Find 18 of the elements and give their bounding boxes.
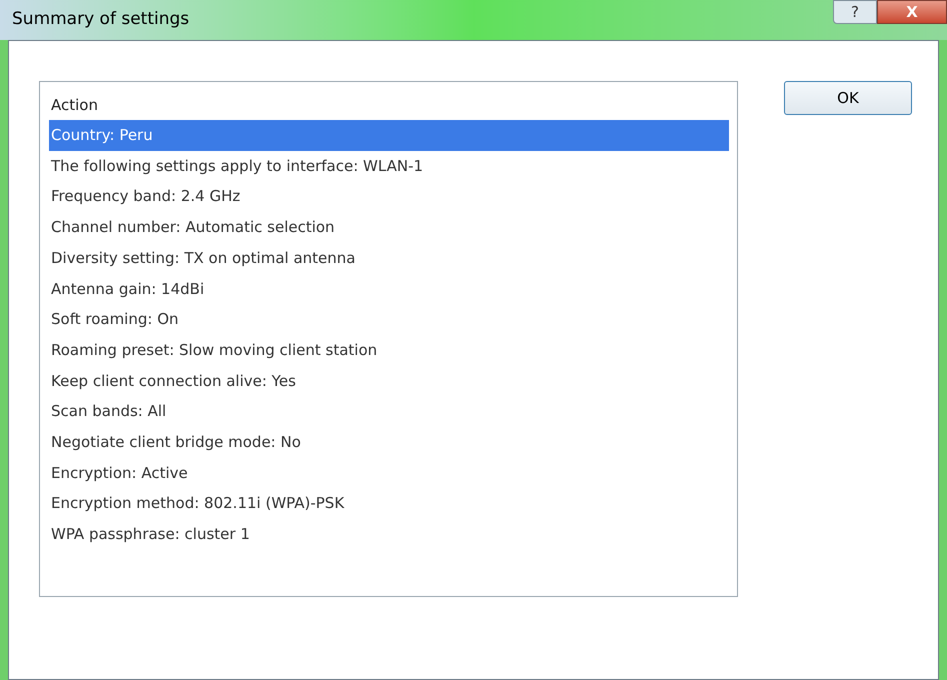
list-item[interactable]: Antenna gain: 14dBi	[49, 273, 726, 304]
list-item[interactable]: Encryption: Active	[49, 458, 726, 488]
list-item[interactable]: Soft roaming: On	[49, 304, 726, 335]
list-item[interactable]: Roaming preset: Slow moving client station	[49, 334, 726, 366]
list-item[interactable]: Diversity setting: TX on optimal antenna	[49, 242, 726, 274]
list-item[interactable]: Frequency band: 2.4 GHz	[49, 181, 726, 212]
list-item[interactable]: Scan bands: All	[49, 396, 726, 427]
list-item[interactable]: Channel number: Automatic selection	[49, 212, 726, 243]
list-item[interactable]: Keep client connection alive: Yes	[49, 366, 726, 396]
help-button[interactable]: ?	[833, 0, 877, 24]
column-header: Action	[51, 94, 99, 116]
list-item[interactable]: Country: Peru	[49, 120, 729, 151]
list-item[interactable]: Encryption method: 802.11i (WPA)-PSK	[49, 488, 726, 519]
list-item[interactable]: WPA passphrase: cluster 1	[49, 518, 726, 550]
ok-button[interactable]: OK	[784, 81, 912, 115]
list-item[interactable]: The following settings apply to interface: WLAN-1	[49, 150, 726, 182]
list-item[interactable]: Negotiate client bridge mode: No	[49, 426, 726, 458]
window-title: Summary of settings	[12, 8, 190, 32]
